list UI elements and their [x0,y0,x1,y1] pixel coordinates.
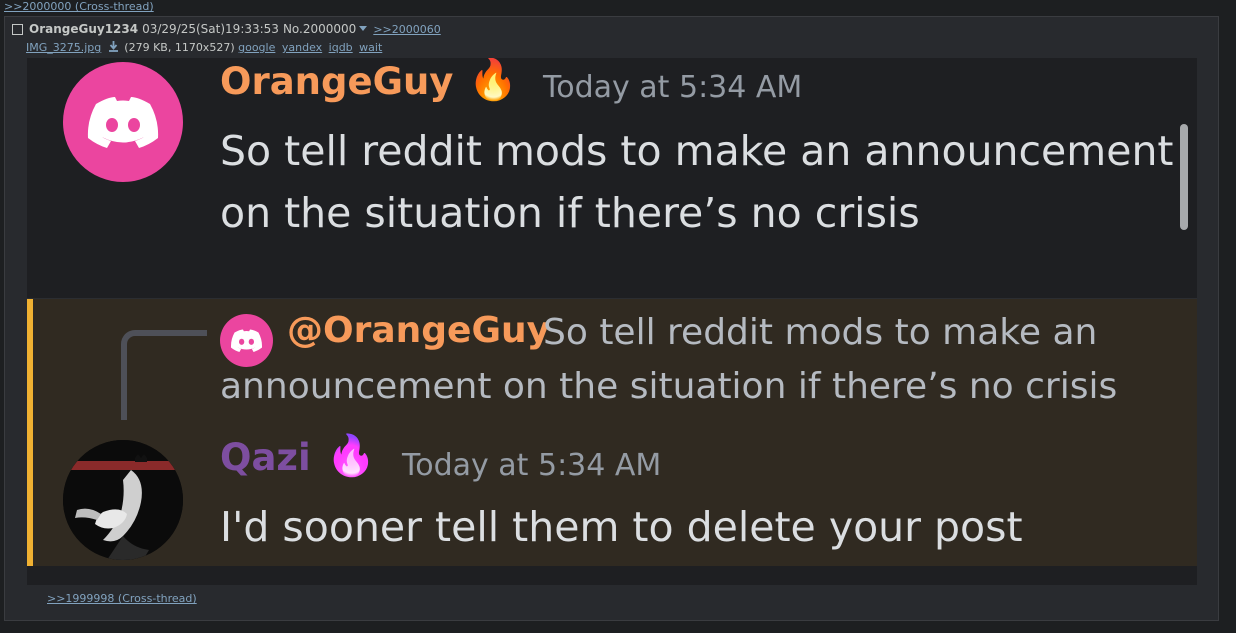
message-text-line2: on the situation if there’s no crisis [220,189,920,237]
post-date: 03/29/25(Sat)19:33:53 [142,22,279,36]
file-info: IMG_3275.jpg (279 KB, 1170x527) google y… [26,41,385,55]
post-container: OrangeGuy1234 03/29/25(Sat)19:33:53 No.200… [4,16,1219,621]
discord-avatar [63,62,183,182]
backlink[interactable]: >>2000060 [373,23,440,36]
discord-logo-icon [87,97,159,148]
qazi-message-text: I'd sooner tell them to delete your post [220,503,1023,551]
search-link-google[interactable]: google [238,41,275,54]
attached-image[interactable]: OrangeGuy 🔥 Today at 5:34 AM So tell red… [27,58,1197,585]
search-link-iqdb[interactable]: iqdb [329,41,353,54]
reply-preview-line1[interactable]: So tell reddit mods to make an [543,306,1097,360]
fire-emoji-icon: 🔥 [468,58,518,103]
download-icon[interactable] [108,41,119,52]
search-link-yandex[interactable]: yandex [282,41,322,54]
message-tail-bg [27,566,1197,585]
qazi-avatar[interactable] [63,440,183,560]
message-text-line1: So tell reddit mods to make an announcem… [220,127,1174,175]
post-info: OrangeGuy1234 03/29/25(Sat)19:33:53 No.200… [12,22,441,37]
file-name-link[interactable]: IMG_3275.jpg [26,41,101,54]
timestamp-qazi: Today at 5:34 AM [402,448,662,483]
cross-thread-link-bottom[interactable]: >>1999998 (Cross-thread) [47,592,197,606]
cross-thread-link-top[interactable]: >>2000000 (Cross-thread) [4,0,154,14]
purple-fire-emoji-icon: 🔥 [326,433,376,479]
reply-mention[interactable]: @OrangeGuy [287,310,550,351]
reply-connector [121,330,207,420]
post-menu-caret-icon[interactable] [359,26,368,31]
post-checkbox[interactable] [12,24,23,35]
file-details: (279 KB, 1170x527) [124,41,235,54]
scrollbar-thumb[interactable] [1180,124,1188,230]
mention-highlight-bar [27,299,33,566]
timestamp: Today at 5:34 AM [543,70,803,105]
search-link-wait[interactable]: wait [359,41,382,54]
username-qazi[interactable]: Qazi [220,436,311,479]
username-orangeguy[interactable]: OrangeGuy [220,60,453,103]
poster-name: OrangeGuy1234 [29,22,139,36]
reply-preview-line2[interactable]: announcement on the situation if there’s… [220,360,1117,414]
qazi-avatar-art [63,440,183,560]
post-number[interactable]: No.2000000 [283,22,356,36]
